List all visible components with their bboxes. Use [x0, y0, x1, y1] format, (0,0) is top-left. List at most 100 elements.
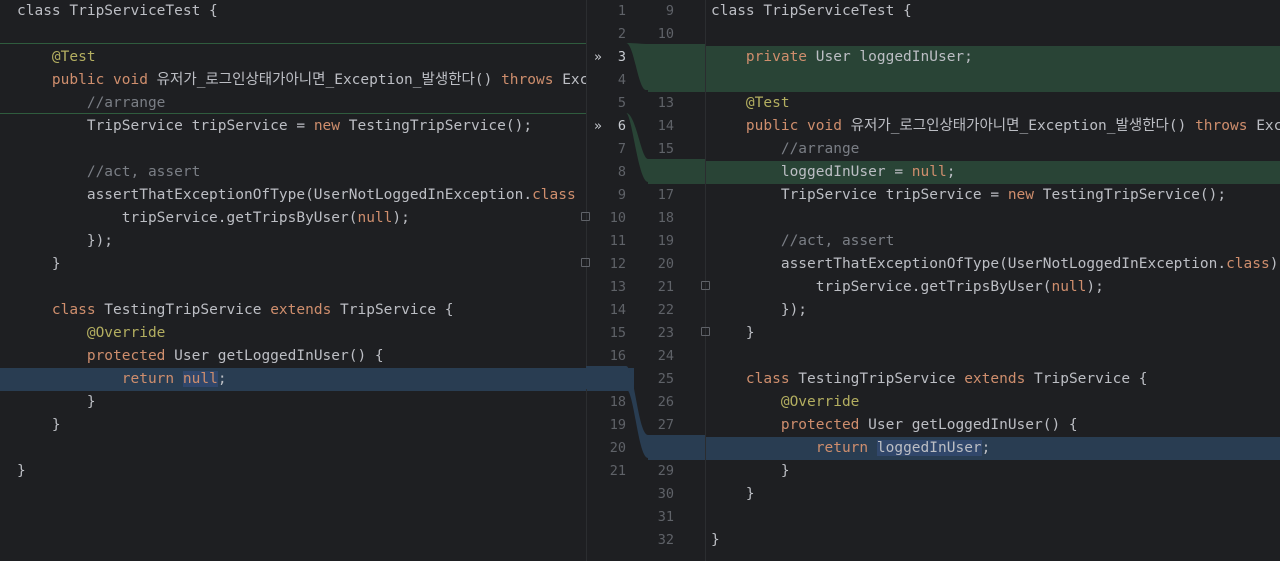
code-line[interactable]: @Override [0, 322, 586, 345]
code-token: tripService.getTripsByUser( [17, 210, 358, 226]
code-token: TestingTripService(); [340, 118, 533, 134]
code-line[interactable]: //arrange [705, 138, 1280, 161]
code-line[interactable] [705, 345, 1280, 368]
code-token: extends [964, 371, 1026, 387]
code-token: Exc [553, 72, 586, 88]
code-line[interactable]: @Test [705, 92, 1280, 115]
code-line[interactable]: class TestingTripService extends TripSer… [705, 368, 1280, 391]
code-line[interactable]: } [0, 414, 586, 437]
code-token: null [1051, 279, 1087, 295]
code-token: User getLoggedInUser() { [859, 417, 1078, 433]
code-line[interactable] [705, 207, 1280, 230]
code-line[interactable]: assertThatExceptionOfType(UserNotLoggedI… [705, 253, 1280, 276]
code-token: ) [1269, 256, 1279, 272]
code-token: class [745, 371, 790, 387]
insert-connector-1 [586, 43, 705, 90]
code-line[interactable] [0, 138, 586, 161]
code-line[interactable]: }); [0, 230, 586, 253]
code-line[interactable]: } [0, 253, 586, 276]
code-line[interactable]: private User loggedInUser; [705, 46, 1280, 69]
code-token: null [182, 371, 218, 387]
code-line[interactable]: class TestingTripService extends TripSer… [0, 299, 586, 322]
code-line[interactable]: public void 유저가_로그인상태가아니면_Exception_발생한다… [705, 115, 1280, 138]
code-token: new [1007, 187, 1035, 203]
code-token: //act, assert [86, 164, 201, 180]
code-line[interactable]: } [705, 322, 1280, 345]
code-line[interactable] [0, 276, 586, 299]
fold-marker-icon[interactable] [701, 281, 710, 290]
code-token: @Test [51, 49, 96, 65]
code-token: } [17, 256, 61, 272]
code-line[interactable]: protected User getLoggedInUser() { [0, 345, 586, 368]
code-token: return [815, 440, 869, 456]
code-line[interactable]: return null; [0, 368, 586, 391]
code-token: User loggedInUser; [807, 49, 973, 65]
code-line[interactable]: //act, assert [705, 230, 1280, 253]
code-line[interactable] [705, 23, 1280, 46]
code-line[interactable]: return loggedInUser; [705, 437, 1280, 460]
code-token: ); [1086, 279, 1104, 295]
code-line[interactable]: } [705, 483, 1280, 506]
code-line[interactable]: public void 유저가_로그인상태가아니면_Exception_발생한다… [0, 69, 586, 92]
diff-connectors [586, 43, 705, 458]
code-line[interactable]: class TripServiceTest { [0, 0, 586, 23]
code-token: } [711, 463, 790, 479]
code-token: } [711, 486, 755, 502]
code-token: null [357, 210, 393, 226]
code-line[interactable] [0, 437, 586, 460]
code-line[interactable]: //arrange [0, 92, 586, 115]
code-token: TripService tripService = [711, 187, 1008, 203]
code-line[interactable]: tripService.getTripsByUser(null); [0, 207, 586, 230]
code-line[interactable]: tripService.getTripsByUser(null); [705, 276, 1280, 299]
code-token: new [313, 118, 341, 134]
code-token: } [711, 532, 720, 548]
fold-marker-icon[interactable] [581, 212, 590, 221]
code-line[interactable]: } [705, 529, 1280, 552]
code-line[interactable]: TripService tripService = new TestingTri… [705, 184, 1280, 207]
fold-marker-icon[interactable] [701, 327, 710, 336]
code-token: class [1226, 256, 1270, 272]
code-line[interactable]: assertThatExceptionOfType(UserNotLoggedI… [0, 184, 586, 207]
code-token: public void [51, 72, 148, 88]
code-token: //arrange [780, 141, 860, 157]
code-line[interactable]: }); [705, 299, 1280, 322]
code-line[interactable]: } [0, 460, 586, 483]
code-line[interactable]: } [0, 391, 586, 414]
code-line[interactable]: @Override [705, 391, 1280, 414]
code-line[interactable] [705, 69, 1280, 92]
code-token: //arrange [86, 95, 166, 111]
code-line[interactable]: } [705, 460, 1280, 483]
code-token: extends [270, 302, 332, 318]
code-line[interactable]: class TripServiceTest { [705, 0, 1280, 23]
code-line[interactable]: loggedInUser = null; [705, 161, 1280, 184]
code-token: @Override [780, 394, 860, 410]
left-editor-pane[interactable]: class TripServiceTest { @Test public voi… [0, 0, 586, 561]
code-token: return [121, 371, 175, 387]
insert-marker-left-1 [0, 43, 586, 44]
insert-connector-2 [586, 113, 705, 182]
code-token: @Override [86, 325, 166, 341]
fold-marker-icon[interactable] [581, 258, 590, 267]
code-line[interactable]: TripService tripService = new TestingTri… [0, 115, 586, 138]
code-line[interactable] [705, 506, 1280, 529]
code-token: class [51, 302, 96, 318]
code-token: @Test [745, 95, 790, 111]
code-line[interactable]: @Test [0, 46, 586, 69]
code-token: loggedInUser = [711, 164, 912, 180]
right-editor-pane[interactable]: class TripServiceTest { private User log… [705, 0, 1280, 561]
code-line[interactable]: //act, assert [0, 161, 586, 184]
code-token: tripService.getTripsByUser( [711, 279, 1052, 295]
code-line[interactable]: protected User getLoggedInUser() { [705, 414, 1280, 437]
code-token: }); [711, 302, 808, 318]
code-token: TestingTripService(); [1034, 187, 1227, 203]
